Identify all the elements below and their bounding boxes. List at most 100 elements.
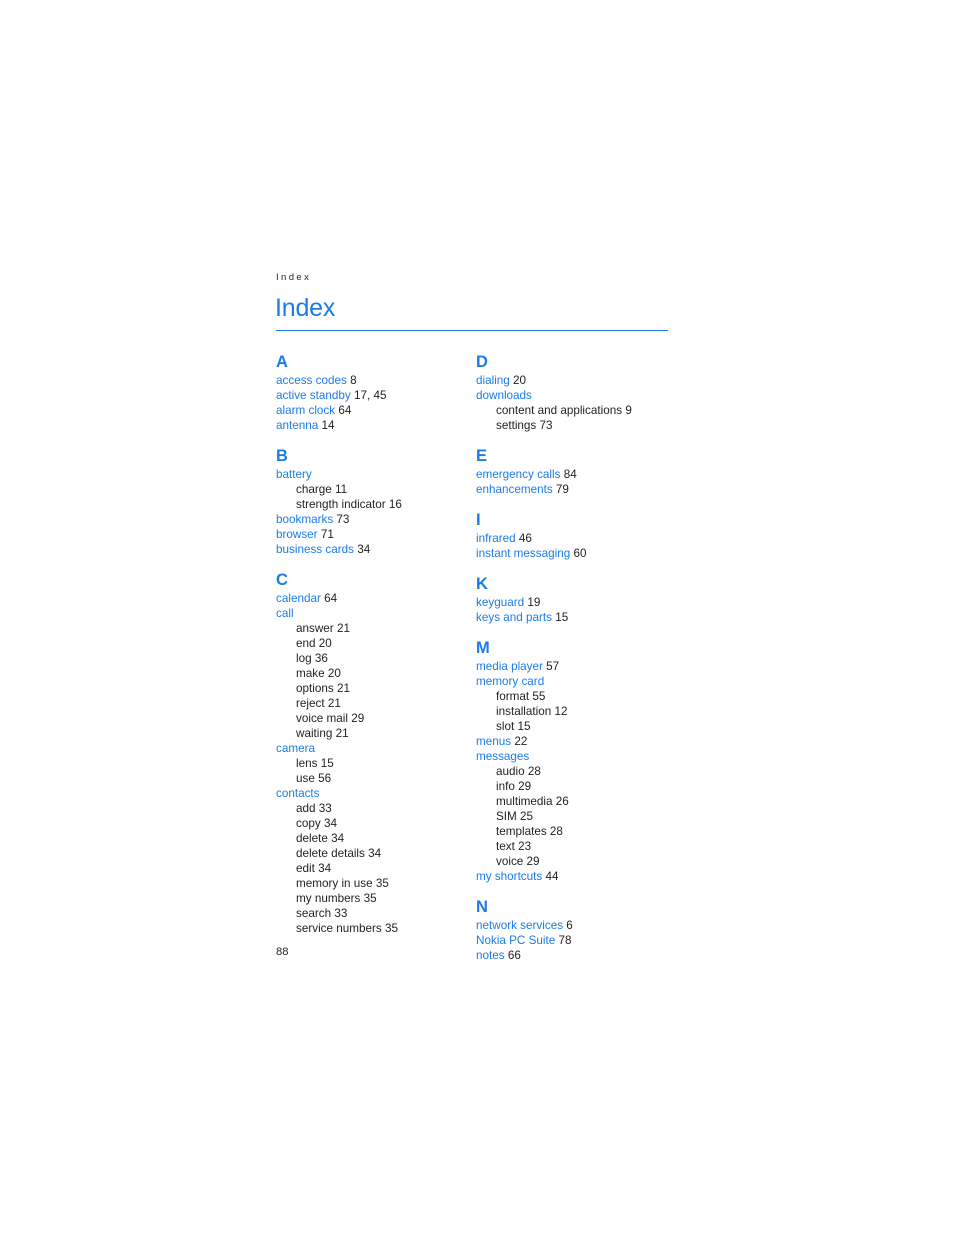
index-entry[interactable]: alarm clock 64 xyxy=(276,403,476,418)
index-page-ref: 15 xyxy=(555,611,569,624)
index-subentry[interactable]: strength indicator 16 xyxy=(276,497,476,512)
index-entry[interactable]: access codes 8 xyxy=(276,373,476,388)
index-entry[interactable]: messages xyxy=(476,749,676,764)
index-term: my numbers xyxy=(296,892,361,905)
index-entry[interactable]: media player 57 xyxy=(476,659,676,674)
index-entry[interactable]: dialing 20 xyxy=(476,373,676,388)
index-term: format xyxy=(496,690,530,703)
index-subentry[interactable]: voice mail 29 xyxy=(276,711,476,726)
index-page-ref: 21 xyxy=(327,697,341,710)
index-subentry[interactable]: installation 12 xyxy=(476,704,676,719)
index-page-ref: 20 xyxy=(513,374,527,387)
section-letter-heading: N xyxy=(476,898,488,916)
index-subentry[interactable]: make 20 xyxy=(276,666,476,681)
index-entry[interactable]: network services 6 xyxy=(476,918,676,933)
index-subentry[interactable]: memory in use 35 xyxy=(276,876,476,891)
index-subentry[interactable]: use 56 xyxy=(276,771,476,786)
index-term: service numbers xyxy=(296,922,382,935)
section-letter-heading: K xyxy=(476,575,488,593)
index-term: alarm clock xyxy=(276,404,336,417)
index-subentry[interactable]: answer 21 xyxy=(276,621,476,636)
index-subentry[interactable]: settings 73 xyxy=(476,418,676,433)
index-term: SIM xyxy=(496,810,517,823)
index-entry[interactable]: menus 22 xyxy=(476,734,676,749)
index-term: audio xyxy=(496,765,525,778)
index-subentry[interactable]: edit 34 xyxy=(276,861,476,876)
index-subentry[interactable]: info 29 xyxy=(476,779,676,794)
index-entry[interactable]: browser 71 xyxy=(276,527,476,542)
index-term: my shortcuts xyxy=(476,870,543,883)
index-subentry[interactable]: slot 15 xyxy=(476,719,676,734)
index-term: bookmarks xyxy=(276,513,334,526)
index-subentry[interactable]: lens 15 xyxy=(276,756,476,771)
index-subentry[interactable]: log 36 xyxy=(276,651,476,666)
index-subentry[interactable]: delete details 34 xyxy=(276,846,476,861)
index-term: waiting xyxy=(296,727,333,740)
index-entry[interactable]: Nokia PC Suite 78 xyxy=(476,933,676,948)
index-term: voice xyxy=(496,855,524,868)
index-entry[interactable]: bookmarks 73 xyxy=(276,512,476,527)
index-page-ref: 15 xyxy=(517,720,531,733)
index-page-ref: 55 xyxy=(532,690,546,703)
index-entry[interactable]: antenna 14 xyxy=(276,418,476,433)
index-entry[interactable]: infrared 46 xyxy=(476,531,676,546)
index-section: Ccalendar 64 call answer 21 end 20 log 36 mak… xyxy=(276,570,476,936)
index-term: voice mail xyxy=(296,712,348,725)
index-page-ref: 25 xyxy=(520,810,534,823)
index-subentry[interactable]: SIM 25 xyxy=(476,809,676,824)
title-divider xyxy=(276,330,668,332)
index-subentry[interactable]: charge 11 xyxy=(276,482,476,497)
index-subentry[interactable]: my numbers 35 xyxy=(276,891,476,906)
index-entry[interactable]: contacts xyxy=(276,786,476,801)
index-page-ref: 35 xyxy=(385,922,399,935)
index-page-ref: 34 xyxy=(368,847,382,860)
index-subentry[interactable]: audio 28 xyxy=(476,764,676,779)
index-subentry[interactable]: service numbers 35 xyxy=(276,921,476,936)
index-subentry[interactable]: multimedia 26 xyxy=(476,794,676,809)
index-entry[interactable]: camera xyxy=(276,741,476,756)
index-subentry[interactable]: copy 34 xyxy=(276,816,476,831)
index-entry[interactable]: keys and parts 15 xyxy=(476,610,676,625)
index-term: templates xyxy=(496,825,547,838)
index-term: battery xyxy=(276,468,312,481)
index-entry[interactable]: calendar 64 xyxy=(276,591,476,606)
index-entry[interactable]: emergency calls 84 xyxy=(476,467,676,482)
index-term: options xyxy=(296,682,334,695)
index-entry[interactable]: call xyxy=(276,606,476,621)
index-entry[interactable]: battery xyxy=(276,467,476,482)
index-subentry[interactable]: end 20 xyxy=(276,636,476,651)
index-page-ref: 44 xyxy=(545,870,559,883)
index-subentry[interactable]: text 23 xyxy=(476,839,676,854)
index-subentry[interactable]: reject 21 xyxy=(276,696,476,711)
index-entry[interactable]: instant messaging 60 xyxy=(476,546,676,561)
index-section: Ddialing 20 downloads content and applicat… xyxy=(476,352,676,433)
index-entry[interactable]: my shortcuts 44 xyxy=(476,869,676,884)
index-term: log xyxy=(296,652,312,665)
index-subentry[interactable]: add 33 xyxy=(276,801,476,816)
index-column-right: Ddialing 20 downloads content and applicat… xyxy=(476,352,676,963)
index-subentry[interactable]: format 55 xyxy=(476,689,676,704)
index-subentry[interactable]: voice 29 xyxy=(476,854,676,869)
index-term: messages xyxy=(476,750,530,763)
index-subentry[interactable]: waiting 21 xyxy=(276,726,476,741)
index-entry[interactable]: enhancements 79 xyxy=(476,482,676,497)
index-subentry[interactable]: search 33 xyxy=(276,906,476,921)
index-page-ref: 34 xyxy=(357,543,371,556)
index-entry[interactable]: business cards 34 xyxy=(276,542,476,557)
index-entry[interactable]: memory card xyxy=(476,674,676,689)
section-letter-heading: C xyxy=(276,571,288,589)
index-term: dialing xyxy=(476,374,510,387)
index-entry[interactable]: notes 66 xyxy=(476,948,676,963)
index-term: notes xyxy=(476,949,505,962)
section-letter-heading: B xyxy=(276,447,288,465)
index-term: charge xyxy=(296,483,332,496)
index-subentry[interactable]: templates 28 xyxy=(476,824,676,839)
index-subentry[interactable]: content and applications 9 xyxy=(476,403,676,418)
index-entry[interactable]: downloads xyxy=(476,388,676,403)
index-section: Nnetwork services 6 Nokia PC Suite 78 note… xyxy=(476,897,676,963)
index-entry[interactable]: active standby 17, 45 xyxy=(276,388,476,403)
index-subentry[interactable]: options 21 xyxy=(276,681,476,696)
index-entry[interactable]: keyguard 19 xyxy=(476,595,676,610)
index-subentry[interactable]: delete 34 xyxy=(276,831,476,846)
index-section: Mmedia player 57 memory card format 55 inst… xyxy=(476,638,676,884)
